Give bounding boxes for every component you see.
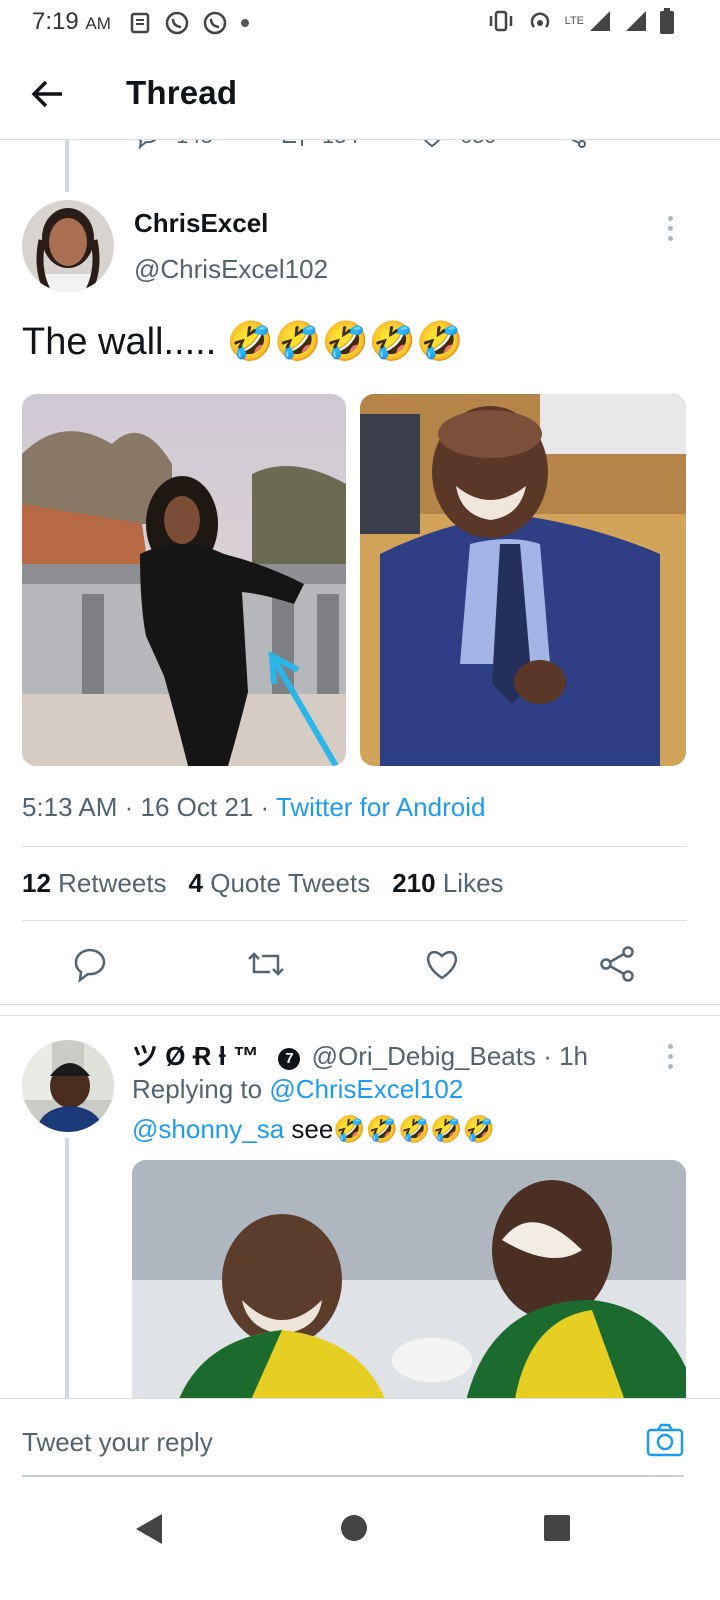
retweets-stat[interactable]: 12 Retweets xyxy=(22,868,167,899)
nav-back-icon[interactable] xyxy=(134,1512,164,1546)
reply-text: @shonny_sa see🤣🤣🤣🤣🤣 xyxy=(132,1114,496,1144)
app-header: Thread xyxy=(0,48,720,140)
hotspot-icon xyxy=(530,12,549,28)
tweet-image-right[interactable] xyxy=(360,394,686,766)
like-icon[interactable] xyxy=(422,944,462,984)
tweet-source-link[interactable]: Twitter for Android xyxy=(276,792,486,822)
retweet-icon[interactable] xyxy=(246,944,286,984)
whatsapp-icon xyxy=(203,11,227,35)
reply-avatar[interactable] xyxy=(22,1040,114,1132)
tweet-time: 5:13 AM xyxy=(22,792,118,822)
thread-line xyxy=(65,140,69,192)
divider xyxy=(22,846,686,847)
tweet-actions xyxy=(0,944,720,988)
avatar[interactable] xyxy=(22,200,114,292)
nav-recents-icon[interactable] xyxy=(543,1514,571,1542)
thread-line xyxy=(65,1138,69,1398)
notification-icons xyxy=(130,10,250,36)
author-handle[interactable]: @ChrisExcel102 xyxy=(134,254,328,285)
network-type: LTE xyxy=(564,15,584,27)
reply-icon[interactable] xyxy=(70,944,110,984)
likes-stat[interactable]: 210 Likes xyxy=(392,868,503,899)
reply-image[interactable] xyxy=(132,1160,686,1420)
reply-author-handle[interactable]: @Ori_Debig_Beats xyxy=(312,1041,536,1071)
whatsapp-icon xyxy=(165,11,189,35)
reply-time: 1h xyxy=(559,1041,589,1071)
reply-header: ツ Ø Ɍ ƚ ™ 7 @Ori_Debig_Beats · 1h xyxy=(132,1041,589,1071)
more-icon[interactable] xyxy=(668,216,674,246)
tweet-date: 16 Oct 21 xyxy=(140,792,254,822)
tweet-stats: 12 Retweets 4 Quote Tweets 210 Likes xyxy=(22,868,504,899)
dot-icon xyxy=(241,19,249,27)
back-arrow-icon[interactable] xyxy=(30,76,66,112)
author-name[interactable]: ChrisExcel xyxy=(134,208,268,239)
replying-to: Replying to @ChrisExcel102 xyxy=(132,1074,464,1104)
tweet-text: The wall..... 🤣🤣🤣🤣🤣 xyxy=(22,321,464,363)
news-icon xyxy=(130,12,150,34)
status-time: 7:19 AM xyxy=(32,8,111,35)
nav-home-icon[interactable] xyxy=(340,1514,368,1542)
section-separator xyxy=(0,1004,720,1016)
avatar-photo xyxy=(22,200,114,292)
system-icons: LTE xyxy=(487,8,674,34)
tweet-image-left[interactable] xyxy=(22,394,346,766)
divider xyxy=(22,920,686,921)
more-icon[interactable] xyxy=(668,1044,674,1074)
status-bar: 7:19 AM LTE xyxy=(0,0,720,48)
reply-author-name[interactable]: ツ Ø Ɍ ƚ ™ xyxy=(132,1041,259,1071)
reply-input[interactable]: Tweet your reply xyxy=(22,1427,213,1458)
quote-tweets-stat[interactable]: 4 Quote Tweets xyxy=(189,868,371,899)
replying-to-link[interactable]: @ChrisExcel102 xyxy=(269,1074,463,1104)
badge-icon: 7 xyxy=(278,1048,301,1070)
signal-icon xyxy=(590,11,610,31)
camera-icon[interactable] xyxy=(646,1423,684,1457)
mention-link[interactable]: @shonny_sa xyxy=(132,1114,284,1144)
page-title: Thread xyxy=(126,74,238,111)
tweet-meta: 5:13 AM · 16 Oct 21 · Twitter for Androi… xyxy=(22,792,486,822)
signal-icon xyxy=(626,11,646,31)
system-nav-bar xyxy=(0,1478,720,1600)
avatar-photo xyxy=(22,1040,114,1132)
photo-woman-balcony xyxy=(22,394,346,766)
vibrate-icon xyxy=(489,10,512,32)
composer-underline xyxy=(22,1475,684,1477)
photo-men-laughing xyxy=(132,1160,686,1420)
share-icon[interactable] xyxy=(598,944,638,984)
reply-composer: Tweet your reply xyxy=(0,1398,720,1478)
battery-icon xyxy=(660,8,674,34)
photo-man-laughing xyxy=(360,394,686,766)
